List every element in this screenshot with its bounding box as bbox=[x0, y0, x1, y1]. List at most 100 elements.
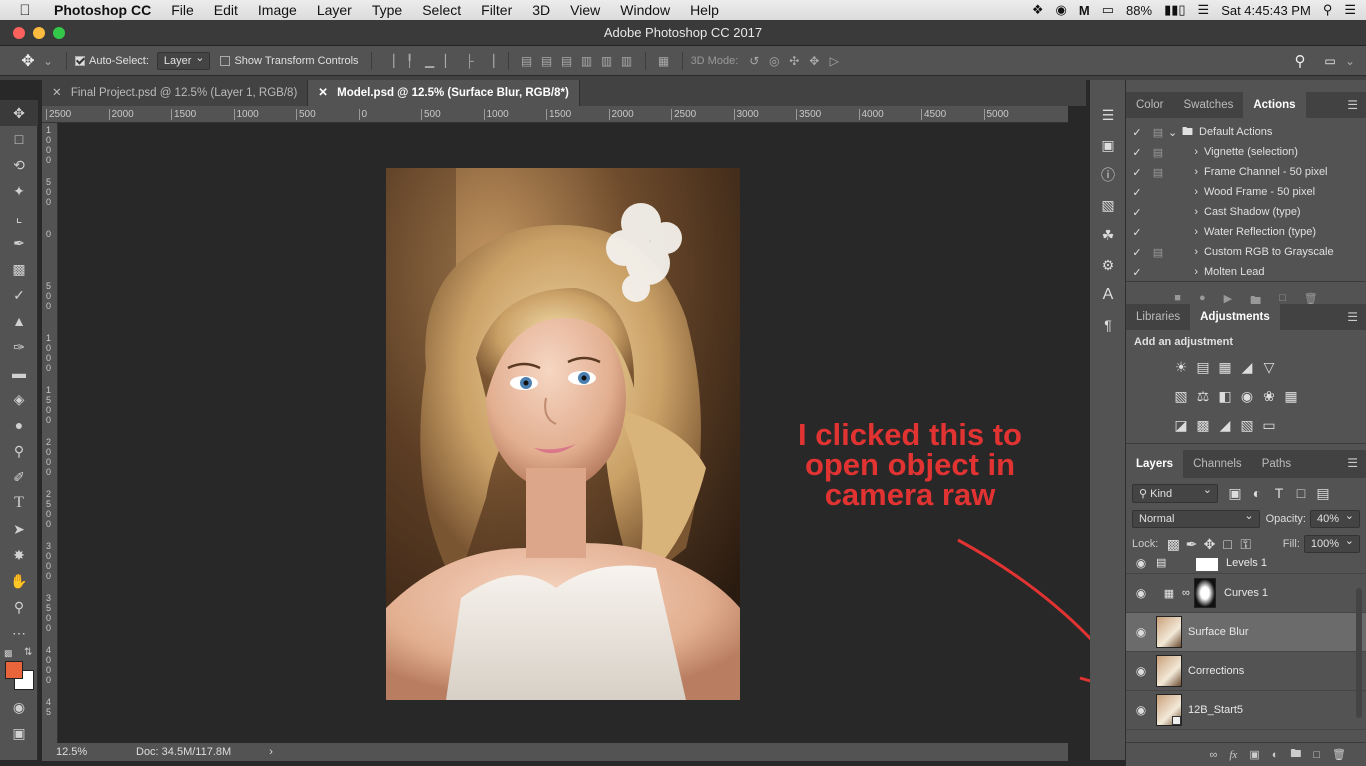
tab-final-project[interactable]: ✕ Final Project.psd @ 12.5% (Layer 1, RG… bbox=[42, 80, 309, 106]
show-transform-checkbox[interactable] bbox=[220, 55, 231, 66]
tab-layers[interactable]: Layers bbox=[1126, 450, 1184, 478]
brush-presets-icon[interactable]: ▧ bbox=[1090, 190, 1126, 220]
opacity-field[interactable]: 40% bbox=[1309, 509, 1360, 528]
threshold-icon[interactable]: ◢ bbox=[1214, 412, 1236, 439]
align-right-icon[interactable]: ▕ bbox=[480, 54, 500, 68]
clock[interactable]: Sat 4:45:43 PM bbox=[1221, 3, 1311, 18]
search-icon[interactable]: ⚲ bbox=[1323, 2, 1333, 18]
delete-layer-icon[interactable]: 🗑 bbox=[1332, 748, 1346, 761]
creative-cloud-icon[interactable]: ◉ bbox=[1056, 2, 1067, 18]
new-layer-icon[interactable]: □ bbox=[1313, 749, 1320, 761]
swap-colors-icon[interactable]: ⇅ bbox=[24, 647, 32, 658]
tab-color[interactable]: Color bbox=[1126, 92, 1173, 118]
menu-filter[interactable]: Filter bbox=[471, 0, 522, 20]
lock-all-icon[interactable]: ⚿ bbox=[1237, 536, 1255, 553]
document-image[interactable] bbox=[386, 168, 740, 700]
layer-row-levels[interactable]: ◉ ▤ Levels 1 bbox=[1126, 558, 1366, 574]
visibility-eye-icon[interactable]: ◉ bbox=[1126, 625, 1156, 639]
color-balance-icon[interactable]: ⚖ bbox=[1192, 383, 1214, 410]
visibility-eye-icon[interactable]: ◉ bbox=[1126, 586, 1156, 600]
distribute-right-icon[interactable]: ▥ bbox=[617, 54, 637, 68]
exposure-icon[interactable]: ◢ bbox=[1236, 354, 1258, 381]
3d-orbit-icon[interactable]: ↺ bbox=[744, 54, 764, 68]
color-lookup-icon[interactable]: ▦ bbox=[1280, 383, 1302, 410]
distribute-left-icon[interactable]: ▥ bbox=[577, 54, 597, 68]
action-row[interactable]: ✓ ▤ › Custom RGB to Grayscale bbox=[1126, 242, 1366, 262]
menu-image[interactable]: Image bbox=[248, 0, 307, 20]
action-row[interactable]: ✓ › Molten Lead bbox=[1126, 262, 1366, 282]
layer-filter-dropdown[interactable]: ⚲ Kind bbox=[1132, 483, 1218, 503]
layer-row-surface-blur[interactable]: ◉ Surface Blur bbox=[1126, 613, 1366, 652]
menu-window[interactable]: Window bbox=[610, 0, 680, 20]
layer-row-corrections[interactable]: ◉ Corrections bbox=[1126, 652, 1366, 691]
eyedropper-tool-icon[interactable]: ✒ bbox=[0, 230, 38, 256]
move-tool-icon[interactable]: ✥ bbox=[0, 100, 38, 126]
lock-position-icon[interactable]: ✥ bbox=[1200, 536, 1218, 553]
new-group-icon[interactable]: 🖿 bbox=[1290, 745, 1301, 764]
clone-stamp-tool-icon[interactable]: ▲ bbox=[0, 308, 38, 334]
visibility-eye-icon[interactable]: ◉ bbox=[1126, 703, 1156, 717]
visibility-eye-icon[interactable]: ◉ bbox=[1126, 558, 1156, 570]
align-hcenter-icon[interactable]: ├ bbox=[460, 54, 480, 68]
quick-mask-icon[interactable]: ◉ bbox=[0, 694, 38, 720]
invert-icon[interactable]: ◪ bbox=[1170, 412, 1192, 439]
m-icon[interactable]: M bbox=[1079, 3, 1090, 18]
history-panel-icon[interactable]: ☰ bbox=[1090, 100, 1126, 130]
menu-view[interactable]: View bbox=[560, 0, 610, 20]
paint-bucket-tool-icon[interactable]: ◈ bbox=[0, 386, 38, 412]
type-tool-icon[interactable]: T bbox=[0, 490, 38, 516]
airplay-icon[interactable]: ▭ bbox=[1102, 2, 1114, 18]
menu-3d[interactable]: 3D bbox=[522, 0, 560, 20]
lock-artboard-icon[interactable]: □ bbox=[1219, 536, 1237, 552]
action-row[interactable]: ✓ ▤ ⌄ 🖿 Default Actions bbox=[1126, 122, 1366, 142]
clone-source-icon[interactable]: ☘ bbox=[1090, 220, 1126, 250]
quick-select-tool-icon[interactable]: ✦ bbox=[0, 178, 38, 204]
foreground-color-swatch[interactable] bbox=[5, 661, 23, 679]
link-layers-icon[interactable]: ∞ bbox=[1210, 749, 1218, 761]
menu-type[interactable]: Type bbox=[362, 0, 412, 20]
path-selection-tool-icon[interactable]: ➤ bbox=[0, 516, 38, 542]
dodge-tool-icon[interactable]: ⚲ bbox=[0, 438, 38, 464]
close-window-icon[interactable] bbox=[13, 27, 25, 39]
filter-adjustment-icon[interactable]: ◐ bbox=[1246, 485, 1268, 501]
pen-tool-icon[interactable]: ✐ bbox=[0, 464, 38, 490]
menu-app[interactable]: Photoshop CC bbox=[50, 0, 161, 20]
shape-tool-icon[interactable]: ✸ bbox=[0, 542, 38, 568]
channel-mixer-icon[interactable]: ❀ bbox=[1258, 383, 1280, 410]
action-row[interactable]: ✓ › Wood Frame - 50 pixel bbox=[1126, 182, 1366, 202]
battery-icon[interactable]: ▮▮▯ bbox=[1164, 2, 1185, 18]
default-colors-icon[interactable]: ▩ bbox=[4, 648, 13, 659]
lock-transparent-icon[interactable]: ▩ bbox=[1164, 536, 1182, 553]
vibrance-icon[interactable]: ▽ bbox=[1258, 354, 1280, 381]
fill-field[interactable]: 100% bbox=[1303, 534, 1361, 553]
posterize-icon[interactable]: ▩ bbox=[1192, 412, 1214, 439]
doc-size[interactable]: Doc: 34.5M/117.8M bbox=[136, 746, 231, 758]
character-panel-icon[interactable]: A bbox=[1090, 280, 1126, 310]
selective-color-icon[interactable]: ▧ bbox=[1236, 412, 1258, 439]
menu-edit[interactable]: Edit bbox=[204, 0, 248, 20]
align-left-icon[interactable]: ▏ bbox=[440, 54, 460, 68]
info-panel-icon[interactable]: ⓘ bbox=[1090, 160, 1126, 190]
photo-filter-icon[interactable]: ◉ bbox=[1236, 383, 1258, 410]
tab-close-icon[interactable]: ✕ bbox=[52, 87, 62, 99]
blend-mode-dropdown[interactable]: Normal bbox=[1132, 509, 1260, 528]
curves-icon[interactable]: ▦ bbox=[1214, 354, 1236, 381]
tab-adjustments[interactable]: Adjustments bbox=[1190, 304, 1280, 330]
tool-presets-icon[interactable]: ⚙ bbox=[1090, 250, 1126, 280]
action-row[interactable]: ✓ › Cast Shadow (type) bbox=[1126, 202, 1366, 222]
smart-object-thumb[interactable] bbox=[1156, 694, 1182, 726]
layers-scrollbar[interactable] bbox=[1356, 588, 1362, 718]
layer-row-12b-start5[interactable]: ◉ 12B_Start5 bbox=[1126, 691, 1366, 730]
tab-channels[interactable]: Channels bbox=[1183, 450, 1252, 478]
fx-icon[interactable]: fx bbox=[1229, 749, 1237, 761]
add-mask-icon[interactable]: ▣ bbox=[1249, 748, 1259, 761]
3d-pan-icon[interactable]: ✣ bbox=[784, 54, 804, 68]
menu-file[interactable]: File bbox=[161, 0, 204, 20]
levels-icon[interactable]: ▤ bbox=[1192, 354, 1214, 381]
visibility-eye-icon[interactable]: ◉ bbox=[1126, 664, 1156, 678]
status-chevron-icon[interactable]: › bbox=[269, 746, 273, 758]
tab-close-icon[interactable]: ✕ bbox=[318, 87, 328, 99]
marquee-tool-icon[interactable]: □ bbox=[0, 126, 38, 152]
lasso-tool-icon[interactable]: ⟲ bbox=[0, 152, 38, 178]
filter-type-icon[interactable]: T bbox=[1268, 485, 1290, 501]
